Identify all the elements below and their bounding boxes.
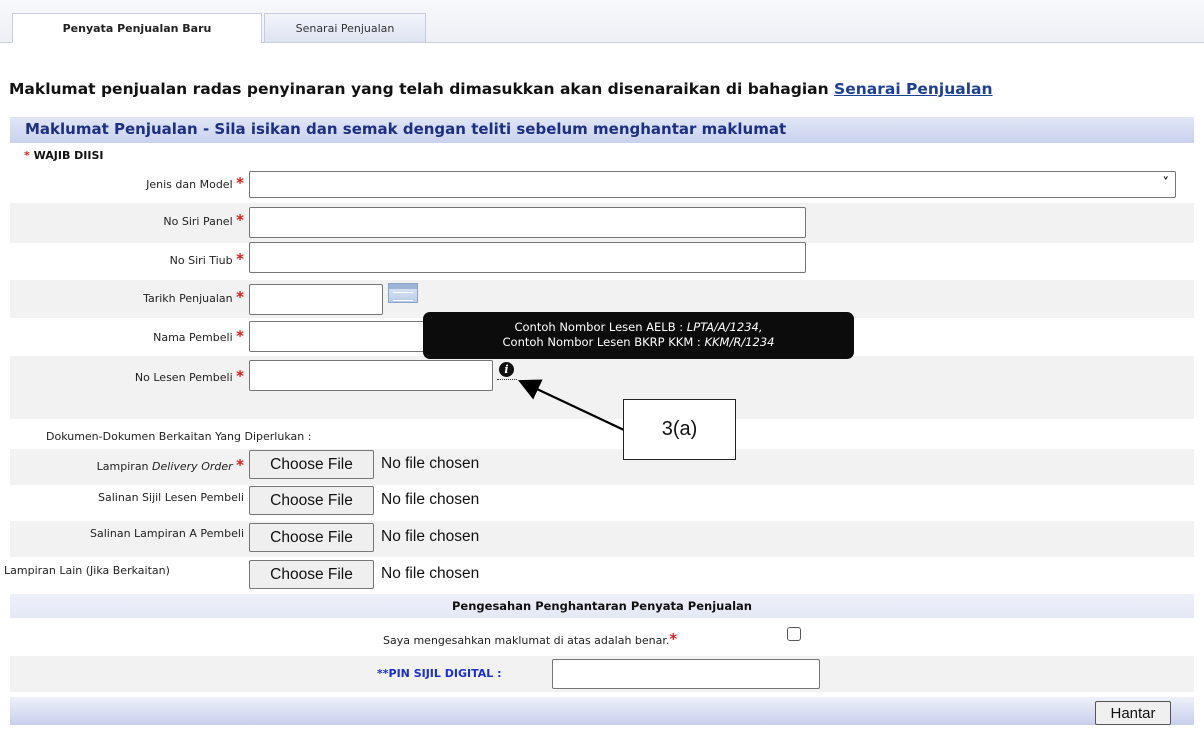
tooltip-line-aelb: Contoh Nombor Lesen AELB : LPTA/A/1234, bbox=[514, 320, 763, 334]
calendar-icon-header bbox=[389, 284, 417, 289]
tab-penyata-penjualan-baru[interactable]: Penyata Penjualan Baru bbox=[12, 13, 262, 43]
delivery-order-label: Lampiran Delivery Order * bbox=[96, 456, 244, 474]
delivery-order-file-status: No file chosen bbox=[381, 455, 480, 472]
form-footer bbox=[10, 697, 1194, 725]
tooltip-line-bkrp: Contoh Nombor Lesen BKRP KKM : KKM/R/123… bbox=[502, 335, 775, 349]
delivery-order-choose-file-button[interactable]: Choose File bbox=[249, 450, 374, 479]
calendar-icon-grid bbox=[393, 292, 413, 301]
required-star: * bbox=[236, 367, 244, 385]
required-note: * WAJIB DIISI bbox=[24, 149, 104, 162]
no-lesen-pembeli-input[interactable] bbox=[249, 360, 493, 391]
required-star: * bbox=[669, 630, 678, 648]
pin-sijil-digital-input[interactable] bbox=[552, 659, 820, 689]
tab-senarai-penjualan[interactable]: Senarai Penjualan bbox=[264, 13, 426, 42]
no-siri-panel-input[interactable] bbox=[249, 207, 806, 238]
required-star: * bbox=[236, 456, 244, 474]
required-star: * bbox=[24, 149, 30, 162]
sijil-lesen-choose-file-button[interactable]: Choose File bbox=[249, 486, 374, 515]
tarikh-penjualan-input[interactable] bbox=[249, 284, 383, 315]
hantar-button[interactable]: Hantar bbox=[1095, 701, 1171, 725]
section-title: Maklumat Penjualan - Sila isikan dan sem… bbox=[25, 120, 787, 138]
lampiran-a-choose-file-button[interactable]: Choose File bbox=[249, 523, 374, 552]
lampiran-lain-file-status: No file chosen bbox=[381, 565, 480, 582]
required-note-text: WAJIB DIISI bbox=[33, 149, 104, 162]
required-star: * bbox=[236, 250, 244, 268]
tarikh-penjualan-label: Tarikh Penjualan * bbox=[143, 288, 244, 306]
nama-pembeli-label: Nama Pembeli * bbox=[153, 327, 244, 345]
sijil-lesen-file-status: No file chosen bbox=[381, 491, 480, 508]
sijil-lesen-label: Salinan Sijil Lesen Pembeli bbox=[98, 491, 244, 504]
required-star: * bbox=[236, 174, 244, 192]
no-siri-panel-label: No Siri Panel * bbox=[163, 211, 244, 229]
pin-sijil-digital-label: **PIN SIJIL DIGITAL : bbox=[377, 667, 502, 680]
no-siri-tiub-label: No Siri Tiub * bbox=[169, 250, 244, 268]
calendar-icon[interactable] bbox=[388, 283, 418, 303]
chevron-down-icon: ˅ bbox=[1162, 176, 1170, 191]
tab-label: Penyata Penjualan Baru bbox=[62, 22, 212, 35]
jenis-model-select[interactable]: ˅ bbox=[249, 171, 1176, 198]
row-background bbox=[10, 394, 1194, 419]
confirmation-header: Pengesahan Penghantaran Penyata Penjuala… bbox=[10, 594, 1194, 618]
senarai-penjualan-link[interactable]: Senarai Penjualan bbox=[834, 80, 993, 98]
confirmation-statement: Saya mengesahkan maklumat di atas adalah… bbox=[383, 630, 678, 648]
license-example-tooltip: Contoh Nombor Lesen AELB : LPTA/A/1234, … bbox=[423, 312, 854, 359]
intro-sentence: Maklumat penjualan radas penyinaran yang… bbox=[9, 80, 835, 98]
no-lesen-pembeli-label: No Lesen Pembeli * bbox=[134, 367, 244, 385]
required-star: * bbox=[236, 211, 244, 229]
annotation-callout: 3(a) bbox=[623, 399, 736, 460]
lampiran-a-file-status: No file chosen bbox=[381, 528, 480, 545]
intro-text: Maklumat penjualan radas penyinaran yang… bbox=[9, 80, 993, 98]
required-star: * bbox=[236, 288, 244, 306]
confirmation-checkbox[interactable] bbox=[787, 627, 801, 641]
info-icon[interactable]: i bbox=[497, 362, 517, 380]
confirmation-title: Pengesahan Penghantaran Penyata Penjuala… bbox=[452, 599, 752, 613]
documents-heading: Dokumen-Dokumen Berkaitan Yang Diperluka… bbox=[46, 430, 312, 443]
lampiran-a-label: Salinan Lampiran A Pembeli bbox=[90, 527, 244, 540]
tab-label: Senarai Penjualan bbox=[295, 21, 395, 35]
no-siri-tiub-input[interactable] bbox=[249, 242, 806, 273]
nama-pembeli-input[interactable] bbox=[249, 321, 429, 352]
jenis-model-label: Jenis dan Model * bbox=[146, 174, 244, 192]
lampiran-lain-choose-file-button[interactable]: Choose File bbox=[249, 560, 374, 589]
lampiran-lain-label: Lampiran Lain (Jika Berkaitan) bbox=[4, 564, 170, 577]
info-icon-glyph: i bbox=[499, 362, 514, 377]
section-header: Maklumat Penjualan - Sila isikan dan sem… bbox=[10, 117, 1194, 143]
required-star: * bbox=[236, 327, 244, 345]
